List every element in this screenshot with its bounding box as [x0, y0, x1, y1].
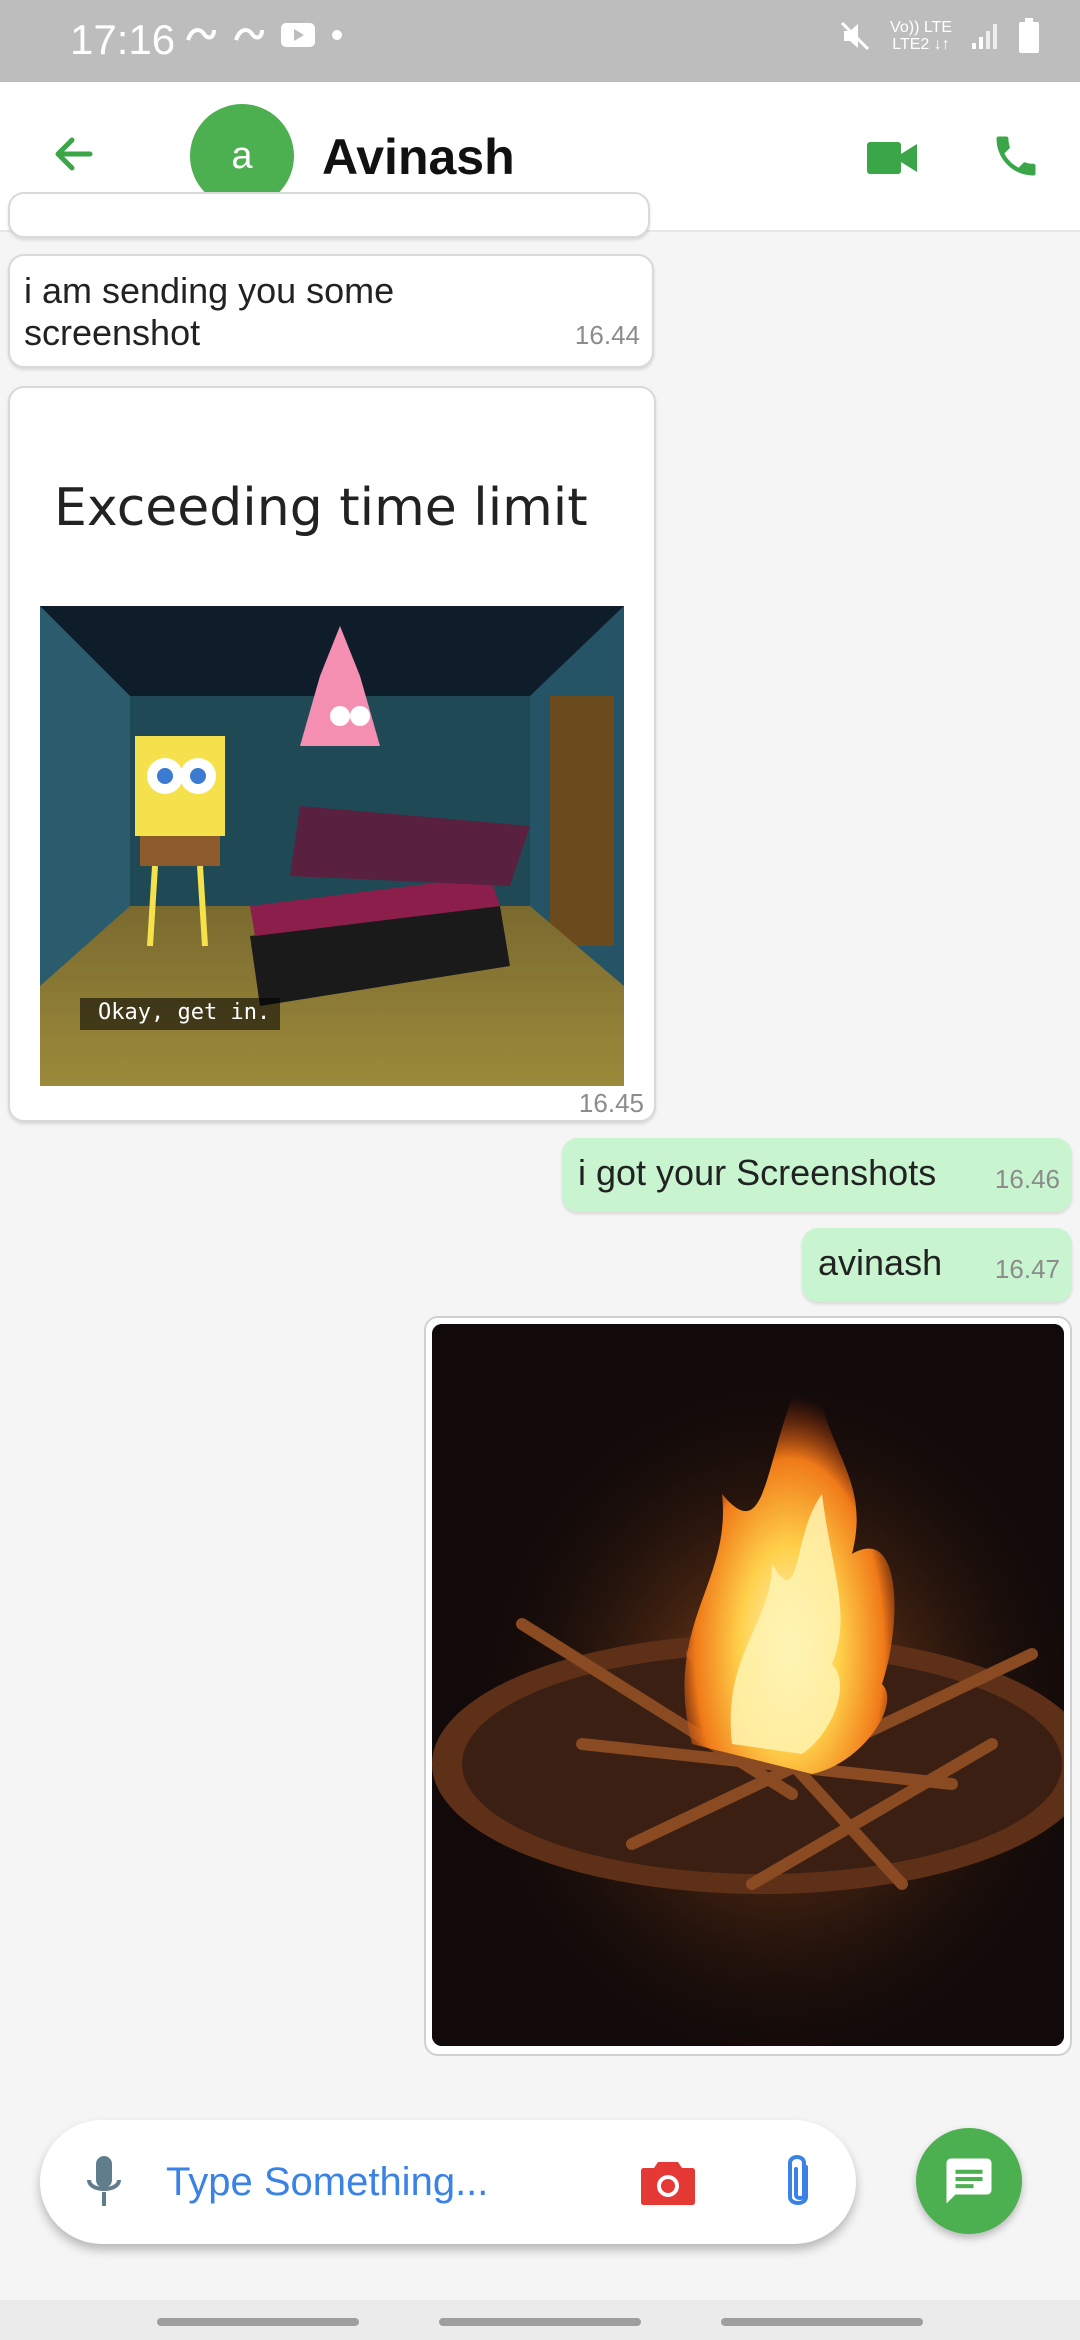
message-time: 16.47: [994, 1254, 1060, 1284]
message-bubble-sent[interactable]: i got your Screenshots 16.46: [562, 1138, 1072, 1212]
nav-home-handle[interactable]: [439, 2318, 641, 2326]
attach-button[interactable]: [770, 2148, 826, 2216]
camera-icon: [641, 2162, 695, 2205]
meme-subtitle: Okay, get in.: [98, 1000, 271, 1025]
sync-icon: [186, 28, 216, 41]
message-input[interactable]: [166, 2148, 646, 2216]
message-bubble-clipped: [8, 192, 650, 238]
mic-icon: [87, 2156, 121, 2206]
battery-icon: [1019, 18, 1039, 53]
message-bubble-sent[interactable]: avinash 16.47: [802, 1228, 1072, 1302]
message-time: 16.46: [994, 1164, 1060, 1194]
message-text: avinash: [818, 1242, 943, 1283]
video-call-icon: [867, 142, 917, 174]
sync-icon: [234, 28, 264, 41]
video-call-button[interactable]: [862, 128, 922, 188]
camera-button[interactable]: [634, 2148, 702, 2216]
message-send-icon: [946, 2158, 992, 2204]
signal-icon: [972, 24, 997, 49]
nav-recents-handle[interactable]: [721, 2318, 923, 2326]
image-message-sent[interactable]: [424, 1316, 1072, 2056]
voice-record-button[interactable]: [74, 2150, 134, 2214]
campfire-photo[interactable]: [432, 1324, 1064, 2046]
image-message-received[interactable]: Exceeding time limit Okay, get in. 16.45: [8, 386, 656, 1122]
send-message-button[interactable]: [916, 2128, 1022, 2234]
status-system-icons: Vo)) LTE LTE2 ↓↑: [838, 18, 1040, 54]
voice-call-button[interactable]: [986, 126, 1046, 186]
youtube-icon: [281, 23, 315, 47]
back-arrow-icon: [55, 137, 93, 171]
message-time: 16.45: [578, 1088, 644, 1118]
message-list[interactable]: i am sending you some screenshot 16.44 E…: [0, 192, 1080, 2090]
network-label: Vo)) LTE LTE2 ↓↑: [890, 19, 952, 53]
screenshot-caption: Exceeding time limit: [54, 478, 588, 538]
meme-image[interactable]: Okay, get in.: [40, 606, 624, 1086]
navigation-bar: [0, 2300, 1080, 2340]
status-bar: 17:16 Vo)) LTE LTE2 ↓↑: [0, 0, 1080, 82]
paperclip-icon: [788, 2155, 808, 2205]
message-bubble-received[interactable]: i am sending you some screenshot 16.44: [8, 254, 654, 368]
contact-name[interactable]: Avinash: [322, 128, 515, 186]
dot-icon: [332, 30, 342, 40]
nav-back-handle[interactable]: [157, 2318, 359, 2326]
mute-icon: [840, 21, 870, 51]
status-time: 17:16: [70, 16, 176, 63]
message-composer: [40, 2120, 856, 2244]
back-button[interactable]: [44, 124, 104, 184]
message-text: i am sending you some screenshot: [24, 270, 395, 353]
phone-icon: [996, 136, 1036, 176]
message-time: 16.44: [574, 320, 640, 350]
message-text: i got your Screenshots: [578, 1152, 937, 1193]
status-notification-icons: [184, 22, 344, 48]
